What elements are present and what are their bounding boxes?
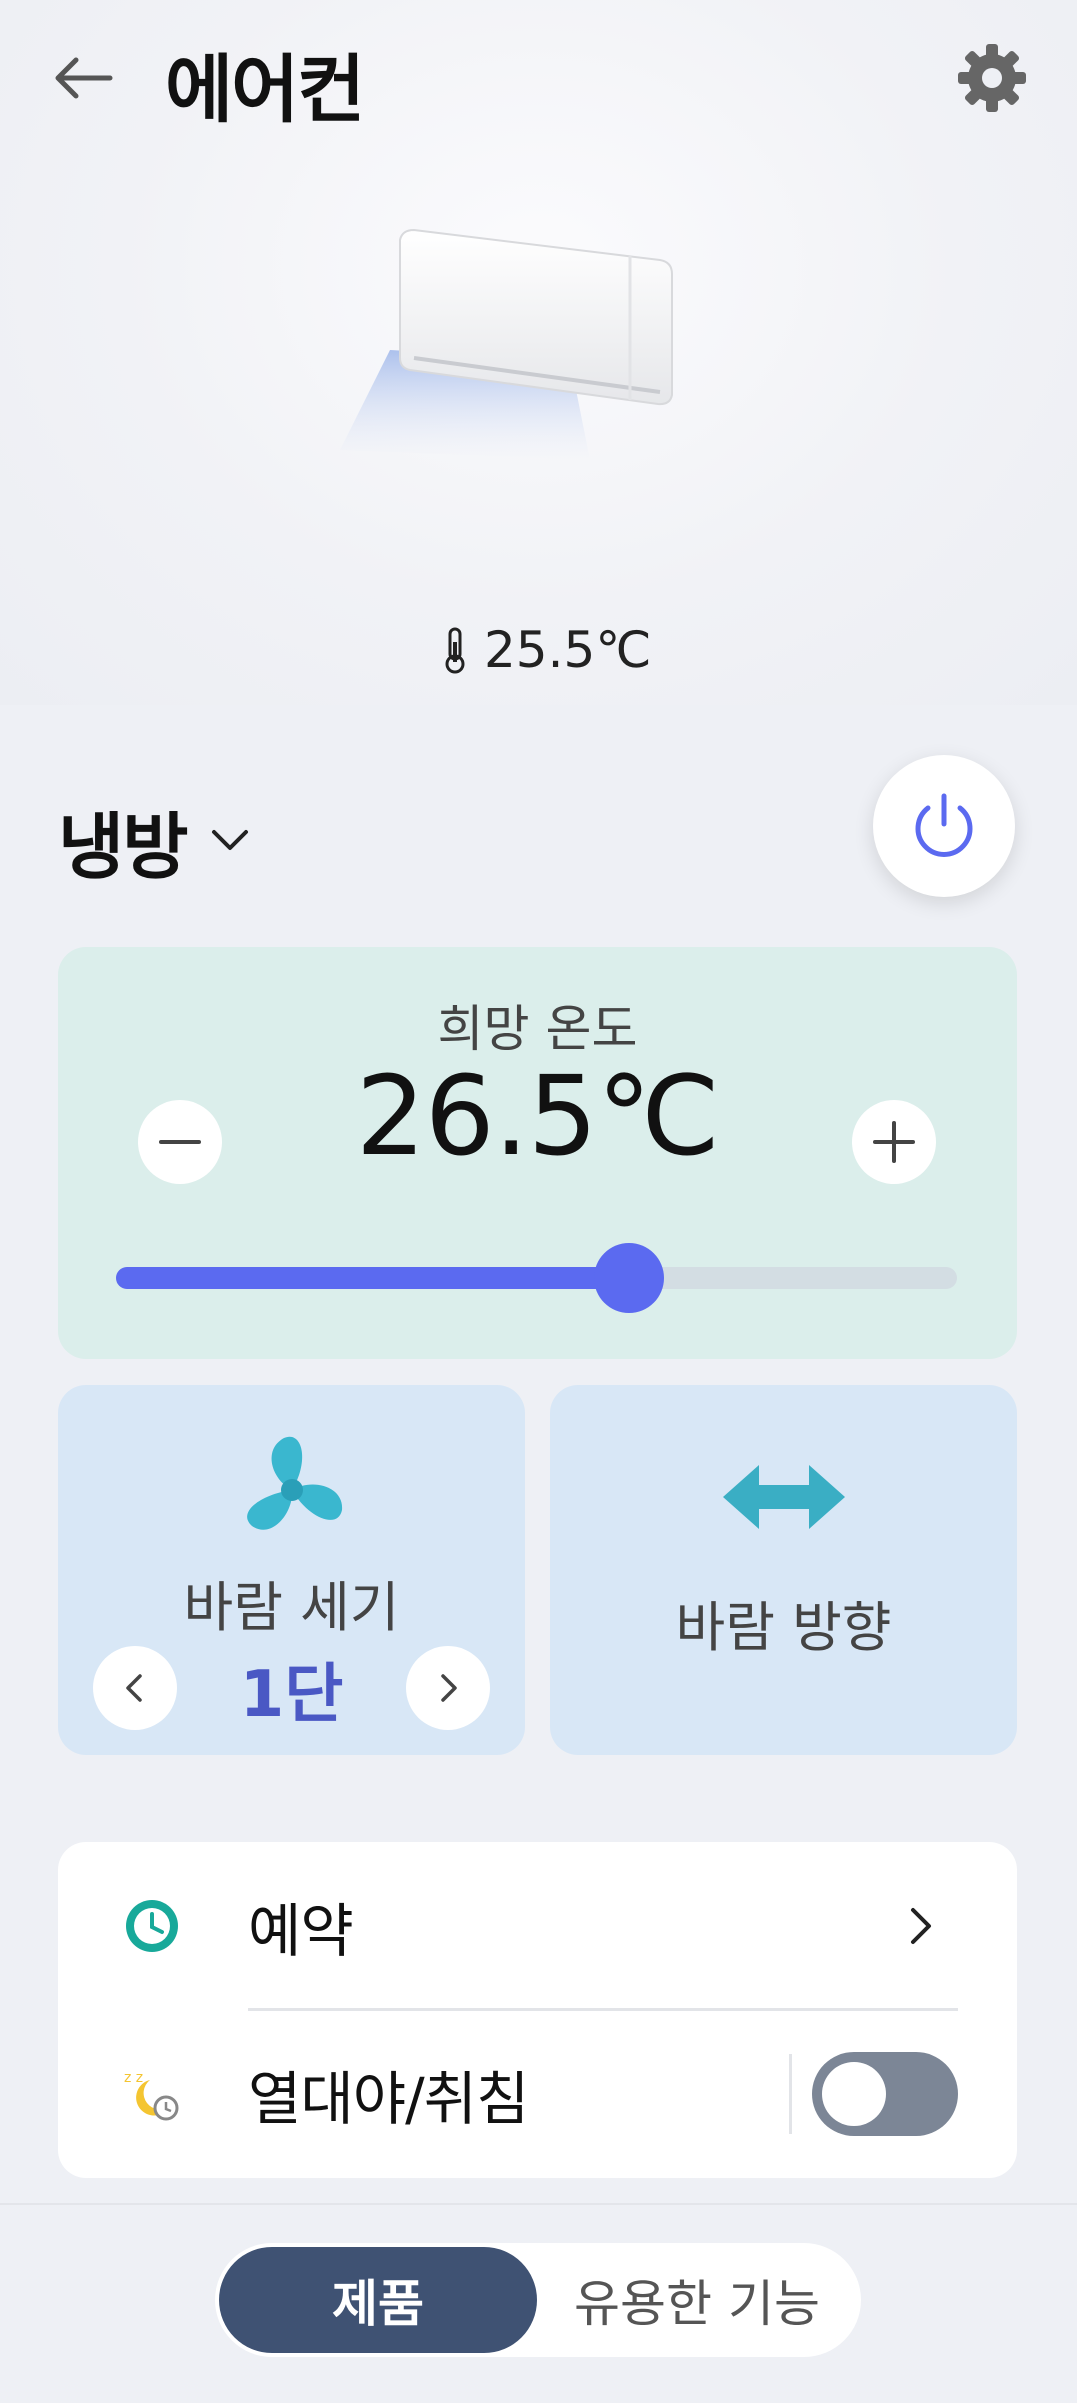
minus-icon xyxy=(159,1140,201,1144)
vertical-divider xyxy=(789,2054,792,2134)
gear-icon xyxy=(958,44,1026,112)
target-temperature-title: 희망 온도 xyxy=(437,1000,638,1058)
double-arrow-icon-wrap xyxy=(550,1457,1017,1537)
double-arrow-icon xyxy=(722,1465,845,1529)
wind-speed-prev-button[interactable] xyxy=(93,1646,177,1730)
toggle-knob xyxy=(822,2062,886,2126)
mode-selector[interactable]: 냉방 xyxy=(58,795,252,889)
decrease-temperature-button[interactable] xyxy=(138,1100,222,1184)
power-button[interactable] xyxy=(873,755,1015,897)
chevron-left-icon xyxy=(126,1674,142,1702)
clock-icon xyxy=(126,1900,178,1952)
fan-icon xyxy=(246,1436,342,1530)
target-temperature-card: 희망 온도 26.5℃ xyxy=(58,947,1017,1359)
plus-icon xyxy=(873,1121,915,1163)
tab-useful-features[interactable]: 유용한 기능 xyxy=(537,2247,857,2353)
list-item-reservation[interactable]: 예약 xyxy=(58,1842,1017,2010)
tab-product[interactable]: 제품 xyxy=(219,2247,537,2353)
arrow-left-icon xyxy=(55,57,113,99)
chevron-down-icon xyxy=(212,830,249,850)
room-temperature: 25.5℃ xyxy=(440,615,651,685)
increase-temperature-button[interactable] xyxy=(852,1100,936,1184)
temperature-slider-thumb[interactable] xyxy=(594,1243,664,1313)
page-title: 에어컨 xyxy=(165,47,365,133)
wind-speed-label: 바람 세기 xyxy=(183,1576,400,1639)
back-button[interactable] xyxy=(42,40,122,120)
wind-speed-card: 바람 세기 1단 xyxy=(58,1385,525,1755)
wind-direction-card[interactable]: 바람 방향 xyxy=(550,1385,1017,1755)
options-list: 예약 z z 열대야/취침 xyxy=(58,1842,1017,2178)
bottom-separator xyxy=(0,2203,1077,2205)
air-conditioner-image xyxy=(330,220,750,480)
svg-text:z z: z z xyxy=(124,2070,143,2086)
temperature-slider-fill xyxy=(116,1267,629,1289)
wind-direction-label: 바람 방향 xyxy=(675,1596,892,1659)
power-icon xyxy=(915,793,973,857)
fan-icon-wrap xyxy=(58,1430,525,1550)
mode-label: 냉방 xyxy=(58,804,188,889)
room-temperature-value: 25.5℃ xyxy=(484,621,652,679)
wind-speed-next-button[interactable] xyxy=(406,1646,490,1730)
bottom-tab-bar: 제품 유용한 기능 xyxy=(215,2243,861,2357)
thermometer-icon xyxy=(445,627,465,674)
sleep-mode-toggle[interactable] xyxy=(812,2052,958,2136)
sleep-moon-icon: z z xyxy=(124,2070,179,2121)
reservation-label: 예약 xyxy=(248,1897,354,1965)
settings-button[interactable] xyxy=(950,36,1034,120)
chevron-right-icon xyxy=(911,1908,931,1944)
sleep-mode-label: 열대야/취침 xyxy=(248,2065,529,2133)
temperature-slider[interactable] xyxy=(116,1243,957,1313)
chevron-right-icon xyxy=(441,1674,457,1702)
